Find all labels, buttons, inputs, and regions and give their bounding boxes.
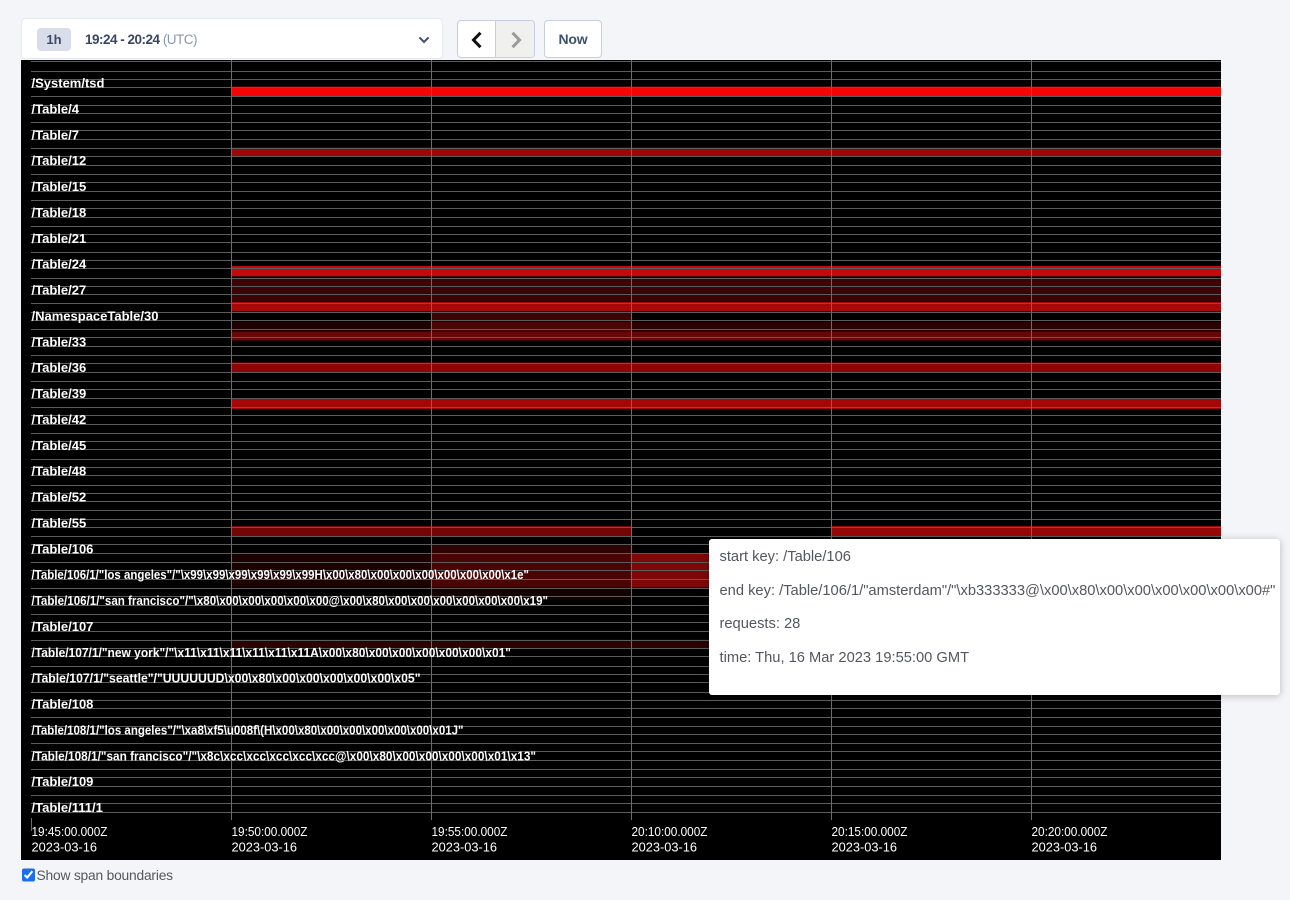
svg-text:/Table/15: /Table/15 [32,179,87,194]
svg-text:2023-03-16: 2023-03-16 [232,840,298,855]
svg-text:2023-03-16: 2023-03-16 [432,840,498,855]
svg-text:/Table/52: /Table/52 [32,490,87,505]
svg-text:2023-03-16: 2023-03-16 [32,840,98,855]
svg-text:/Table/107: /Table/107 [32,619,94,634]
svg-text:19:50:00.000Z: 19:50:00.000Z [232,824,308,839]
svg-text:/System/tsd: /System/tsd [32,76,105,91]
svg-text:2023-03-16: 2023-03-16 [1032,840,1098,855]
svg-text:/Table/7: /Table/7 [32,127,79,142]
svg-text:/Table/108/1/"san francisco"/": /Table/108/1/"san francisco"/"\x8c\xcc\x… [32,748,537,763]
svg-text:/Table/111/1: /Table/111/1 [32,800,103,815]
svg-text:/Table/24: /Table/24 [32,257,87,272]
svg-text:20:20:00.000Z: 20:20:00.000Z [1032,824,1108,839]
svg-text:2023-03-16: 2023-03-16 [632,840,698,855]
svg-text:/Table/48: /Table/48 [32,464,87,479]
svg-text:/Table/27: /Table/27 [32,283,87,298]
svg-text:/Table/55: /Table/55 [32,516,87,531]
svg-text:/Table/107/1/"new york"/"\x11\: /Table/107/1/"new york"/"\x11\x11\x11\x1… [32,645,512,660]
svg-text:/Table/106/1/"los angeles"/"\x: /Table/106/1/"los angeles"/"\x99\x99\x99… [32,567,530,582]
svg-text:20:10:00.000Z: 20:10:00.000Z [632,824,708,839]
svg-text:/Table/18: /Table/18 [32,205,87,220]
svg-text:/Table/4: /Table/4 [32,102,80,117]
svg-text:/Table/45: /Table/45 [32,438,87,453]
svg-text:/Table/12: /Table/12 [32,153,87,168]
svg-text:/Table/21: /Table/21 [32,231,87,246]
svg-text:/Table/39: /Table/39 [32,386,87,401]
svg-text:/NamespaceTable/30: /NamespaceTable/30 [32,309,159,324]
svg-text:/Table/33: /Table/33 [32,334,87,349]
svg-text:/Table/108/1/"los angeles"/"\x: /Table/108/1/"los angeles"/"\xa8\xf5\u00… [32,723,464,738]
svg-text:19:45:00.000Z: 19:45:00.000Z [32,824,108,839]
svg-text:/Table/106: /Table/106 [32,541,94,556]
svg-text:/Table/108: /Table/108 [32,697,94,712]
svg-text:/Table/107/1/"seattle"/"UUUUUU: /Table/107/1/"seattle"/"UUUUUUD\x00\x80\… [32,671,421,686]
svg-text:/Table/106/1/"san francisco"/": /Table/106/1/"san francisco"/"\x80\x00\x… [32,593,549,608]
svg-text:19:55:00.000Z: 19:55:00.000Z [432,824,508,839]
svg-text:/Table/42: /Table/42 [32,412,87,427]
svg-text:2023-03-16: 2023-03-16 [832,840,898,855]
svg-text:/Table/109: /Table/109 [32,774,94,789]
svg-text:20:15:00.000Z: 20:15:00.000Z [832,824,908,839]
svg-text:/Table/36: /Table/36 [32,360,87,375]
